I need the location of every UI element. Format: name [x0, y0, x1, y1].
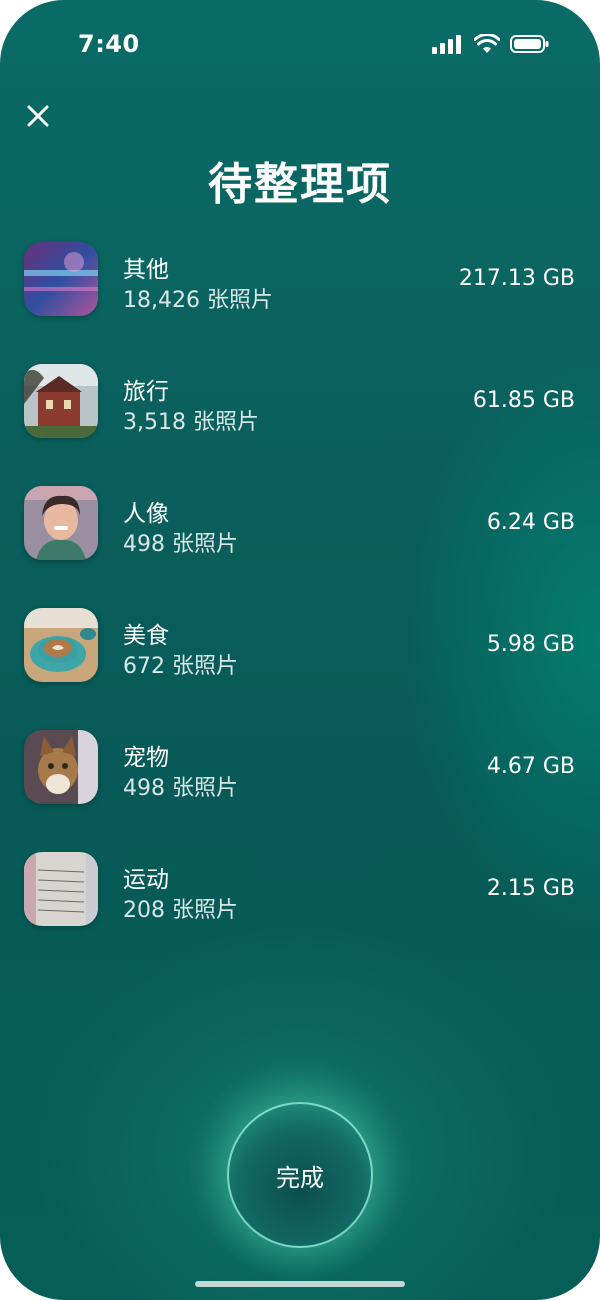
wifi-icon — [474, 34, 500, 53]
photo-count: 3,518 张照片 — [123, 410, 259, 435]
category-row-food[interactable]: 美食 672 张照片 5.98 GB — [0, 608, 600, 684]
storage-size: 4.67 GB — [486, 754, 575, 779]
category-title: 旅行 — [123, 379, 169, 405]
photo-count: 208 张照片 — [123, 898, 238, 923]
storage-size: 2.15 GB — [486, 876, 575, 901]
photo-count: 672 张照片 — [123, 654, 238, 679]
category-row-sports[interactable]: 运动 208 张照片 2.15 GB — [0, 852, 600, 928]
category-title: 运动 — [123, 867, 169, 893]
category-title: 宠物 — [123, 745, 169, 771]
category-row-portrait[interactable]: 人像 498 张照片 6.24 GB — [0, 486, 600, 562]
done-button-label: 完成 — [276, 1163, 324, 1192]
category-title: 其他 — [123, 257, 169, 283]
category-row-other[interactable]: 其他 18,426 张照片 217.13 GB — [0, 242, 600, 318]
category-thumbnail — [24, 852, 98, 926]
photo-count: 18,426 张照片 — [123, 288, 273, 313]
category-thumbnail — [24, 608, 98, 682]
category-thumbnail — [24, 730, 98, 804]
storage-size: 6.24 GB — [486, 510, 575, 535]
photo-count: 498 张照片 — [123, 776, 238, 801]
category-row-pets[interactable]: 宠物 498 张照片 4.67 GB — [0, 730, 600, 806]
storage-size: 217.13 GB — [458, 266, 575, 291]
status-icons — [432, 34, 550, 54]
status-time: 7:40 — [78, 30, 140, 58]
page-title: 待整理项 — [208, 159, 392, 210]
home-indicator[interactable] — [195, 1281, 405, 1287]
battery-icon — [510, 35, 549, 53]
storage-size: 5.98 GB — [486, 632, 575, 657]
cellular-signal-icon — [432, 35, 461, 54]
category-thumbnail — [24, 364, 98, 438]
category-title: 人像 — [123, 501, 169, 527]
category-thumbnail — [24, 242, 98, 316]
done-button[interactable]: 完成 — [227, 1102, 373, 1248]
category-thumbnail — [24, 486, 98, 560]
category-title: 美食 — [123, 623, 169, 649]
close-button[interactable] — [22, 100, 54, 132]
status-bar: 7:40 — [0, 0, 600, 90]
category-row-travel[interactable]: 旅行 3,518 张照片 61.85 GB — [0, 364, 600, 440]
photo-count: 498 张照片 — [123, 532, 238, 557]
storage-size: 61.85 GB — [472, 388, 575, 413]
close-icon — [27, 105, 49, 127]
phone-screen: 7:40 待整理项 其他 18,426 张照片 217.13 GB 旅行 3,5… — [0, 0, 600, 1300]
